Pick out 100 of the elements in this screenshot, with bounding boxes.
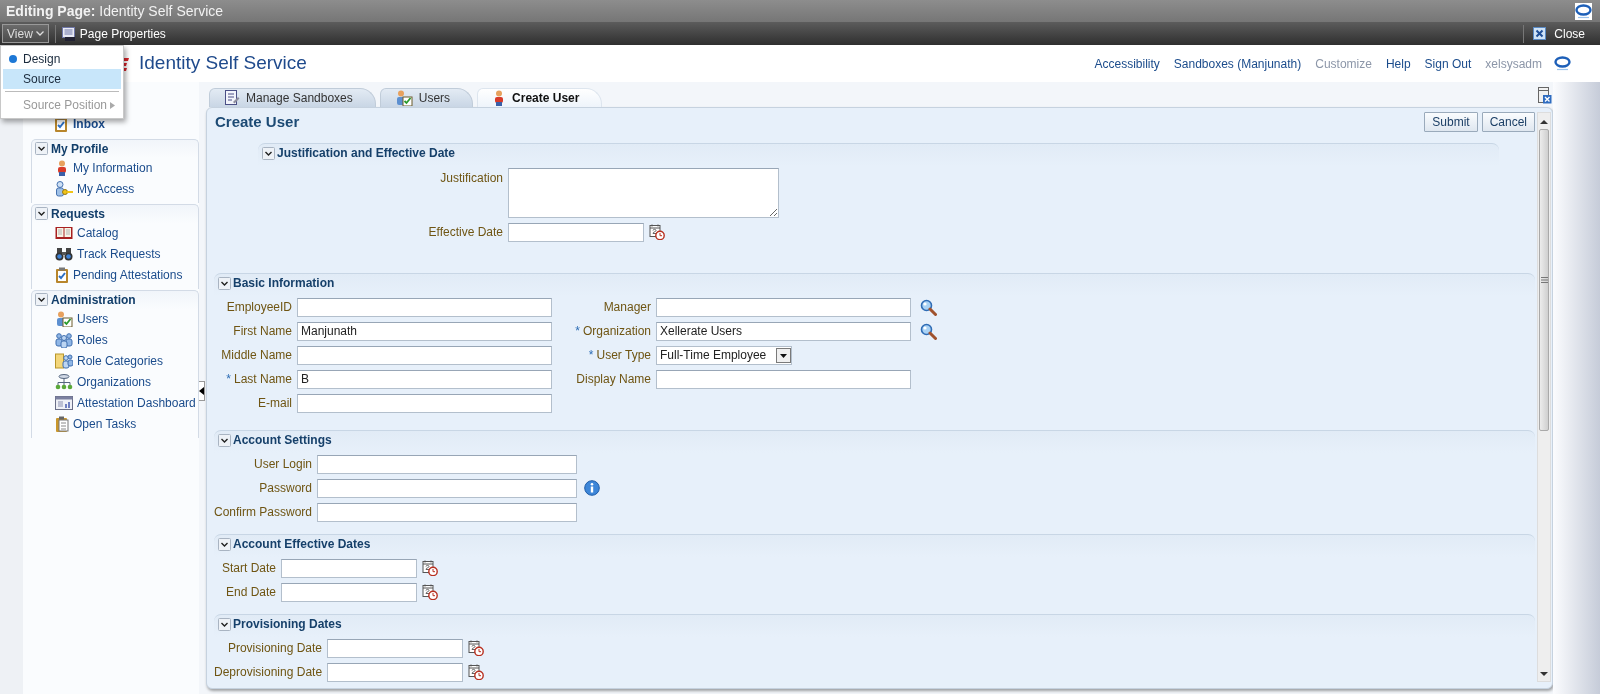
input-field[interactable] — [297, 345, 552, 365]
field-label: Deprovisioning Date — [214, 665, 323, 679]
header-link[interactable]: Accessibility — [1094, 54, 1160, 73]
field-label: Justification — [440, 171, 503, 185]
people-icon — [55, 331, 73, 348]
scrollbar[interactable] — [1537, 112, 1551, 682]
field-label: Manager — [603, 300, 651, 314]
tab[interactable]: Users — [379, 88, 474, 107]
collapse-toggle[interactable] — [218, 276, 231, 290]
group-title: Administration — [51, 291, 136, 309]
input-field[interactable]: B — [297, 369, 552, 389]
calendar-clock-icon[interactable] — [468, 640, 484, 656]
nav-link[interactable]: Pending Attestations — [73, 265, 183, 284]
date-field[interactable] — [327, 638, 463, 658]
field-label: Password — [259, 481, 312, 495]
person-key-icon — [55, 180, 73, 197]
input-field[interactable] — [656, 369, 911, 389]
nav-link[interactable]: My Access — [77, 179, 135, 198]
close-button[interactable]: Close — [1533, 24, 1585, 43]
input-field[interactable]: Xellerate Users — [656, 321, 911, 341]
scroll-up-icon[interactable] — [1540, 118, 1548, 124]
scroll-thumb[interactable] — [1539, 129, 1549, 431]
section-title: Justification and Effective Date — [277, 145, 456, 162]
section-title: Account Settings — [233, 432, 332, 449]
password-field[interactable] — [317, 502, 577, 522]
nav-link[interactable]: Users — [77, 309, 109, 328]
input-field[interactable] — [317, 454, 577, 474]
nav-link[interactable]: Track Requests — [77, 244, 161, 263]
field-label: User Type — [596, 348, 651, 362]
collapse-toggle[interactable] — [218, 617, 231, 631]
input-field[interactable] — [297, 297, 552, 317]
binoculars-icon — [55, 246, 73, 261]
section-title: Account Effective Dates — [233, 536, 371, 553]
selected-dot-icon — [9, 55, 17, 63]
collapse-toggle[interactable] — [35, 207, 48, 220]
calendar-clock-icon[interactable] — [468, 664, 484, 680]
collapse-toggle[interactable] — [35, 293, 48, 306]
field-label: Last Name — [233, 372, 292, 386]
menu-item[interactable]: Source — [3, 69, 121, 89]
collapse-toggle[interactable] — [218, 433, 231, 447]
input-field[interactable] — [297, 393, 552, 413]
nav-link[interactable]: Inbox — [73, 114, 105, 133]
search-icon[interactable] — [920, 298, 937, 316]
field-label: Middle Name — [221, 348, 292, 362]
search-icon[interactable] — [920, 322, 937, 340]
scroll-down-icon[interactable] — [1540, 671, 1548, 677]
calendar-clock-icon[interactable] — [422, 584, 438, 600]
collapse-toggle[interactable] — [218, 537, 231, 551]
header-link[interactable]: Help — [1385, 54, 1411, 73]
nav-link[interactable]: Organizations — [77, 372, 152, 391]
nav-link[interactable]: Role Categories — [77, 351, 164, 370]
field-label: Confirm Password — [214, 505, 313, 519]
calendar-clock-icon[interactable] — [649, 224, 665, 240]
hierarchy-icon — [55, 373, 73, 390]
info-icon[interactable] — [584, 480, 600, 496]
header-link[interactable]: Sandboxes (Manjunath) — [1173, 54, 1302, 73]
properties-icon — [61, 26, 76, 41]
field-label: EmployeeID — [226, 300, 292, 314]
grip-icon — [1540, 277, 1548, 283]
menu-item[interactable]: Design — [3, 49, 121, 69]
nav-link[interactable]: Open Tasks — [73, 414, 137, 433]
date-field[interactable] — [327, 662, 463, 682]
action-button[interactable]: Submit — [1424, 112, 1478, 132]
tab[interactable]: Manage Sandboxes — [209, 88, 376, 107]
window-title: Editing Page: Identity Self Service — [6, 1, 224, 21]
app-title: Identity Self Service — [139, 51, 307, 76]
dropdown-field[interactable]: Full-Time Employee — [656, 345, 792, 365]
action-button[interactable]: Cancel — [1481, 112, 1535, 132]
page-properties-button[interactable]: Page Properties — [61, 24, 166, 43]
field-label: Start Date — [221, 561, 276, 575]
field-label: User Login — [253, 457, 312, 471]
section-title: Basic Information — [233, 275, 335, 292]
logo-icon — [1575, 2, 1592, 20]
header-link[interactable]: Sign Out — [1424, 54, 1472, 73]
collapse-toggle[interactable] — [262, 146, 275, 160]
collapse-handle[interactable] — [199, 381, 205, 401]
password-field[interactable] — [317, 478, 577, 498]
nav-link[interactable]: Roles — [77, 330, 108, 349]
nav-link[interactable]: Attestation Dashboard — [77, 393, 196, 412]
nav-link[interactable]: My Information — [73, 158, 153, 177]
view-button[interactable]: View — [2, 24, 49, 43]
date-field[interactable] — [508, 222, 644, 242]
caret-icon — [776, 347, 791, 363]
date-field[interactable] — [281, 558, 417, 578]
date-field[interactable] — [281, 582, 417, 602]
input-field[interactable] — [656, 297, 911, 317]
calendar-clock-icon[interactable] — [422, 560, 438, 576]
people-check-icon — [55, 310, 73, 327]
collapse-toggle[interactable] — [35, 142, 48, 155]
close-panel-icon[interactable] — [1538, 87, 1552, 104]
required-mark: * — [575, 324, 580, 338]
input-field[interactable]: Manjunath — [297, 321, 552, 341]
dashboard-icon — [55, 395, 73, 410]
folder-people-icon — [55, 352, 73, 369]
nav-link[interactable]: Catalog — [77, 223, 119, 242]
tab[interactable]: Create User — [477, 88, 603, 107]
section-title: Provisioning Dates — [233, 616, 342, 633]
clipboard-icon — [55, 266, 69, 283]
clipboard-icon — [55, 415, 69, 432]
close-icon — [1533, 27, 1547, 40]
